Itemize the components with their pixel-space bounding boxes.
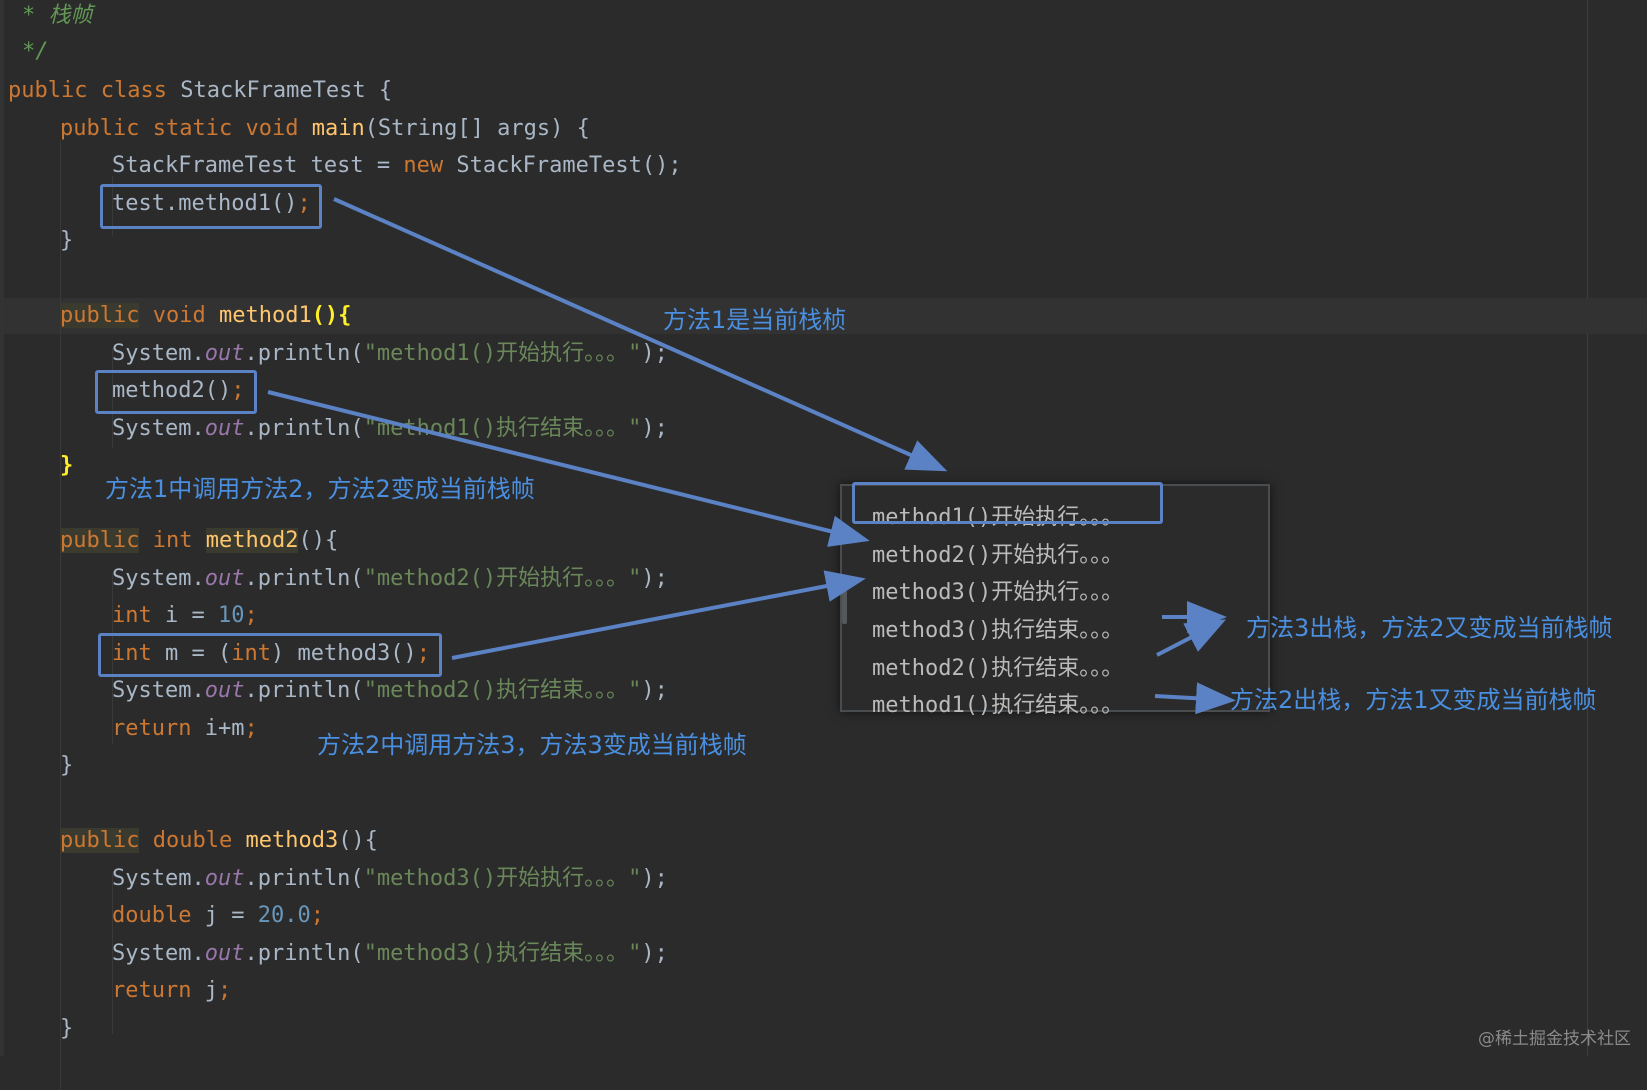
arrow-method2-to-console <box>267 390 870 547</box>
arrow-method2-pop <box>1154 682 1236 715</box>
arrow-method3-to-console <box>451 570 866 660</box>
arrow-method1-to-console <box>333 197 948 472</box>
arrow-method2-current-again <box>1156 619 1227 657</box>
watermark: @稀土掘金技术社区 <box>1478 1029 1631 1049</box>
annotation-arrows <box>267 197 1236 715</box>
